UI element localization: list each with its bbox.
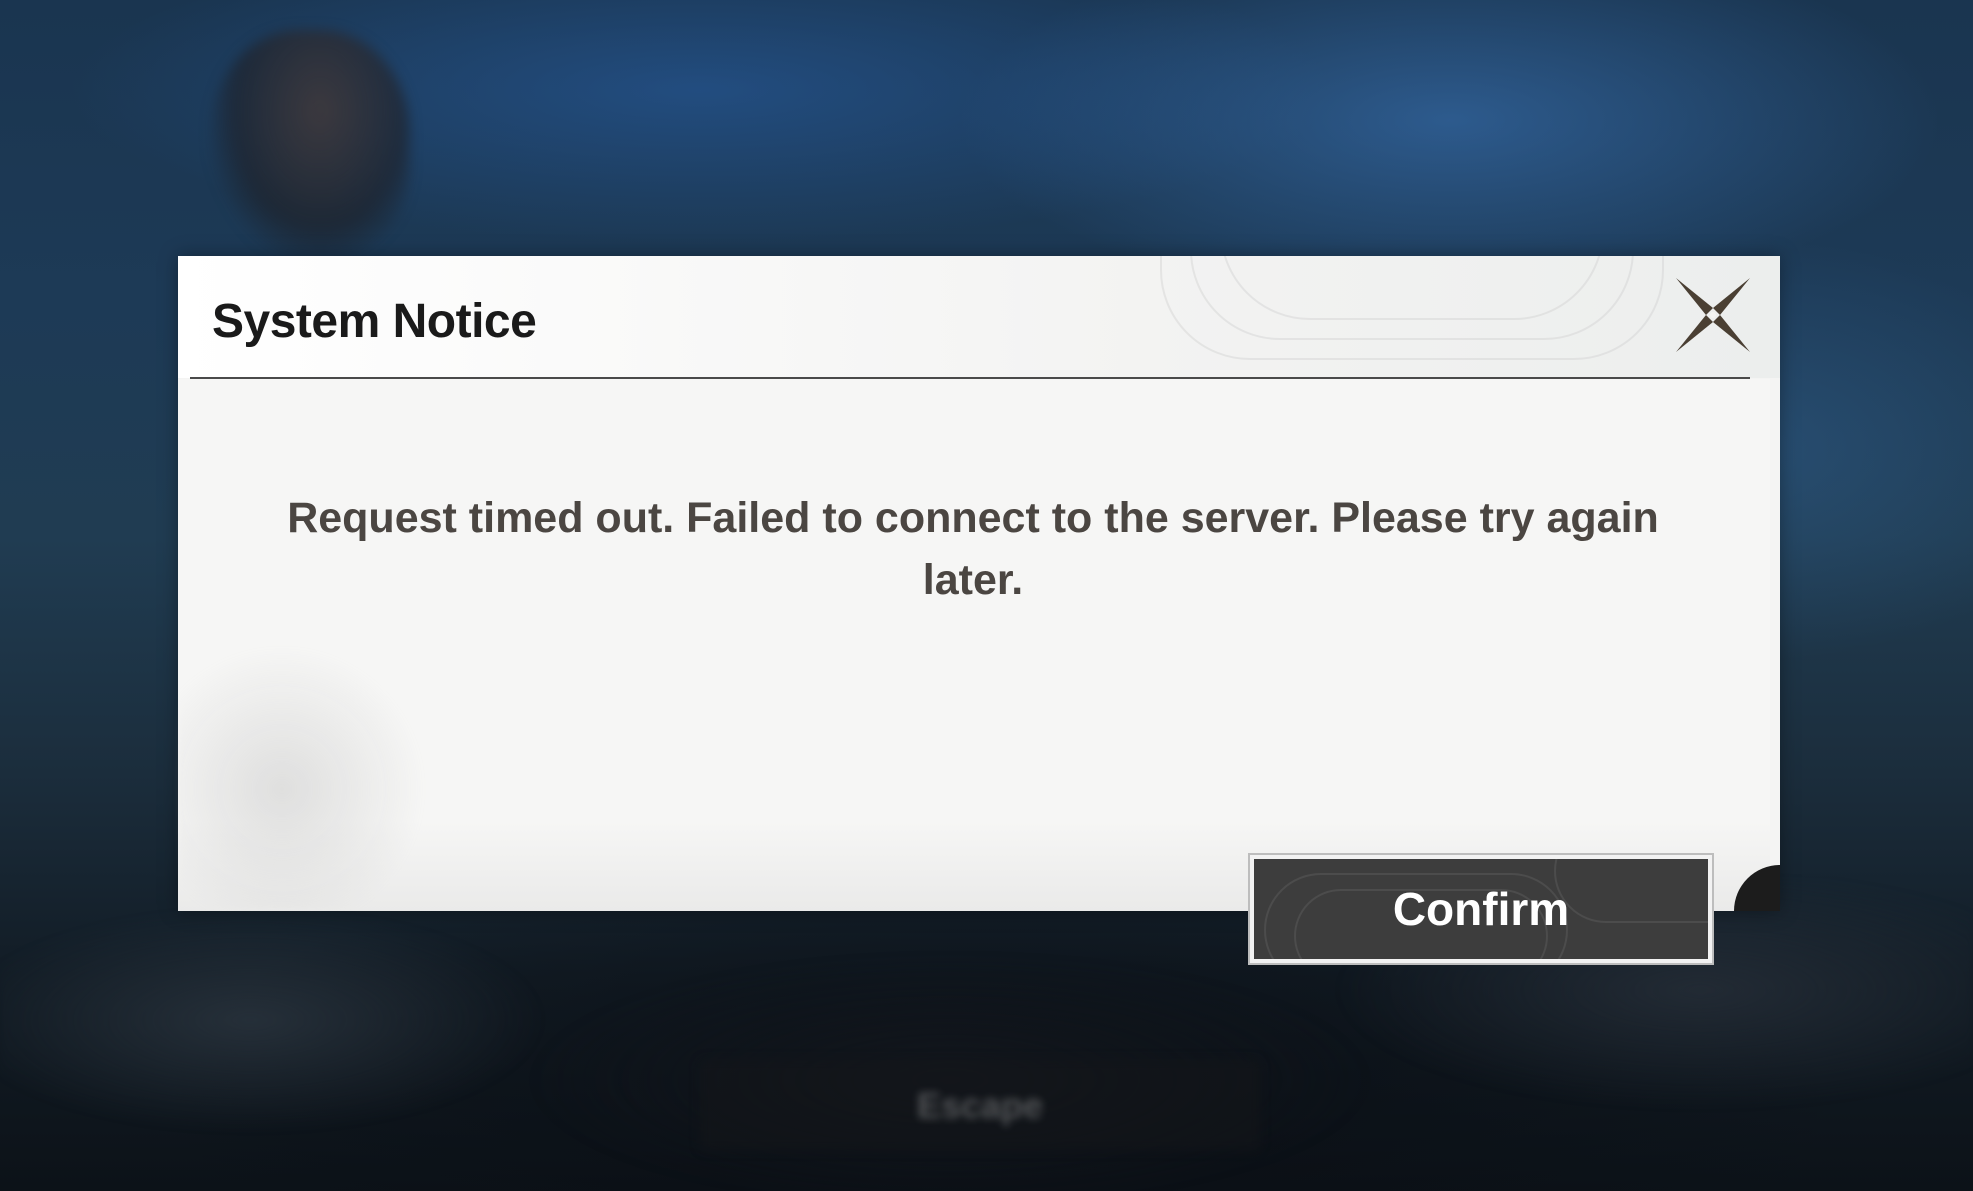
close-button[interactable]	[1668, 270, 1758, 360]
dialog-body: Request timed out. Failed to connect to …	[178, 379, 1770, 965]
system-notice-dialog: System Notice Request timed out. Failed …	[178, 256, 1780, 965]
confirm-button-label: Confirm	[1392, 883, 1570, 935]
error-message: Request timed out. Failed to connect to …	[287, 494, 1659, 604]
confirm-button-face: Confirm	[1254, 859, 1708, 959]
background-button-label: Escape	[916, 1085, 1044, 1126]
dialog-title: System Notice	[212, 295, 537, 348]
background-character	[210, 30, 410, 260]
close-icon	[1676, 278, 1750, 352]
header-decoration	[1140, 256, 1700, 378]
confirm-button[interactable]: Confirm	[1248, 853, 1714, 965]
dialog-header: System Notice	[178, 256, 1780, 378]
